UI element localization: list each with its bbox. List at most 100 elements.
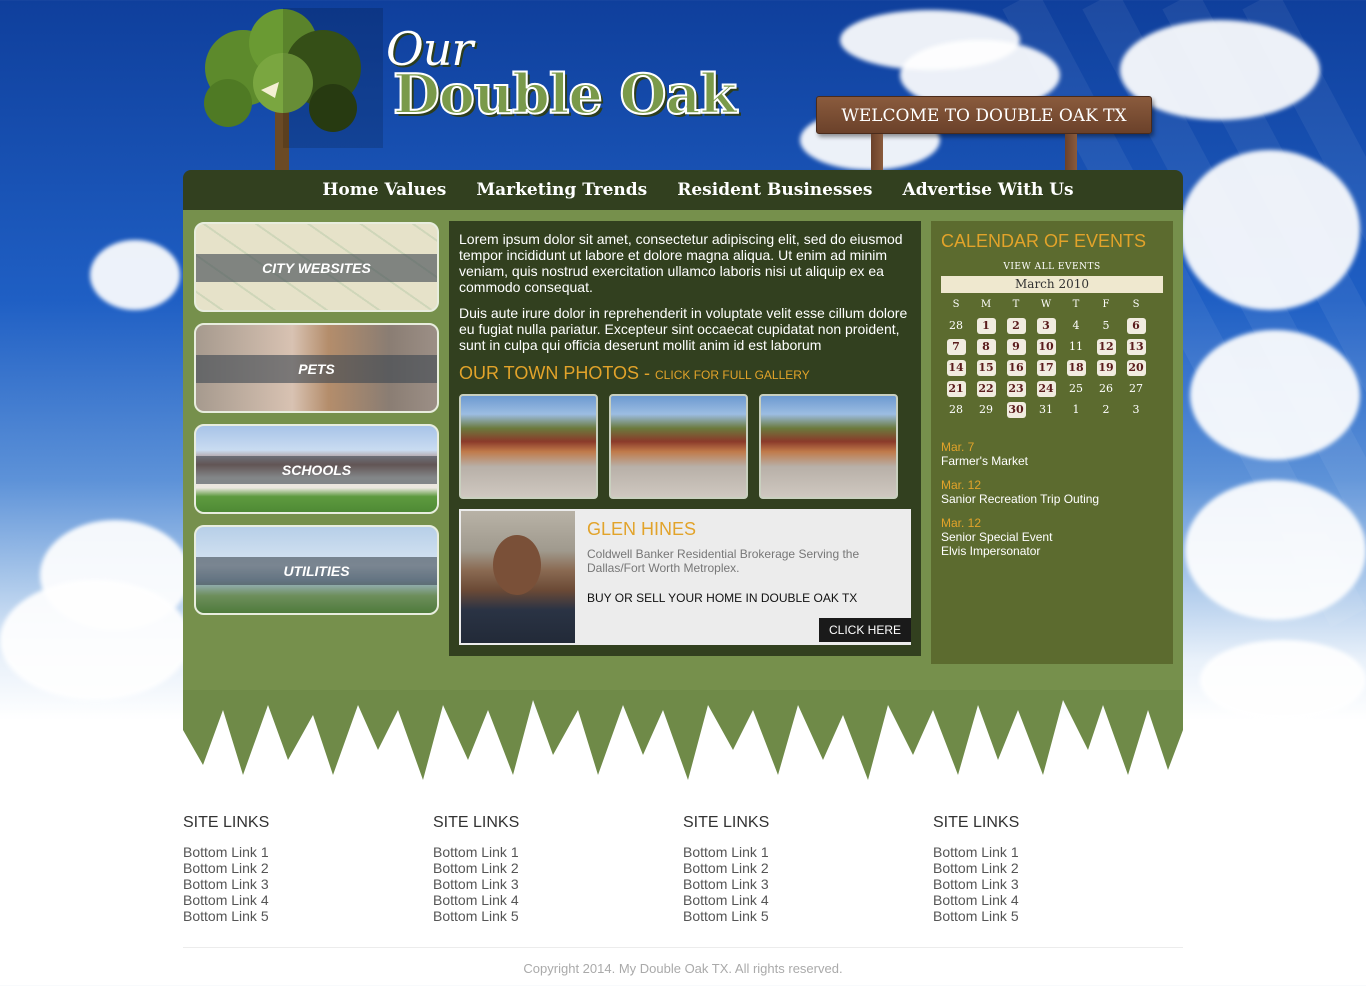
calendar-day-with-event[interactable]: 12: [1091, 336, 1121, 357]
calendar-day-number: 16: [1006, 360, 1026, 376]
sidebar-tile-city-websites[interactable]: CITY WEBSITES: [194, 222, 439, 312]
footer-link[interactable]: Bottom Link 1: [933, 844, 1183, 860]
town-photos-row: [459, 394, 911, 499]
calendar-day-with-event[interactable]: 30: [1001, 399, 1031, 420]
calendar-day-with-event[interactable]: 13: [1121, 336, 1151, 357]
calendar-title: CALENDAR OF EVENTS: [941, 231, 1147, 251]
agent-description: Coldwell Banker Residential Brokerage Se…: [587, 547, 860, 575]
calendar-day-with-event[interactable]: 8: [971, 336, 1001, 357]
footer-column-heading: SITE LINKS: [433, 814, 520, 831]
footer-link[interactable]: Bottom Link 4: [433, 892, 683, 908]
calendar-day-with-event[interactable]: 10: [1031, 336, 1061, 357]
view-all-events-link[interactable]: VIEW ALL EVENTS: [941, 262, 1163, 272]
calendar-event[interactable]: Mar. 12 Sanior Recreation Trip Outing: [941, 478, 1163, 506]
nav-marketing-trends[interactable]: Marketing Trends: [476, 180, 647, 200]
footer-link[interactable]: Bottom Link 3: [183, 876, 433, 892]
calendar-day-number: 25: [1069, 382, 1083, 395]
calendar-day-with-event[interactable]: 2: [1001, 315, 1031, 336]
calendar-day-with-event[interactable]: 21: [941, 378, 971, 399]
grass-decoration: [183, 690, 1183, 780]
calendar-day: 28: [941, 399, 971, 420]
sidebar-tile-utilities[interactable]: UTILITIES: [194, 525, 439, 615]
sidebar-tile-pets[interactable]: PETS: [194, 323, 439, 413]
calendar-month: March 2010: [941, 276, 1163, 293]
agent-click-here-button[interactable]: CLICK HERE: [819, 618, 911, 642]
calendar-day-with-event[interactable]: 23: [1001, 378, 1031, 399]
footer-link[interactable]: Bottom Link 5: [433, 908, 683, 924]
footer-link[interactable]: Bottom Link 4: [183, 892, 433, 908]
calendar-day-with-event[interactable]: 19: [1091, 357, 1121, 378]
footer-link-column: SITE LINKS Bottom Link 1 Bottom Link 2 Bott…: [683, 814, 933, 924]
calendar-day-with-event[interactable]: 14: [941, 357, 971, 378]
calendar-event-date: Mar. 12: [941, 516, 982, 530]
footer-link[interactable]: Bottom Link 4: [683, 892, 933, 908]
sidebar-tile-schools[interactable]: SCHOOLS: [194, 424, 439, 514]
calendar-day-with-event[interactable]: 18: [1061, 357, 1091, 378]
calendar-day-with-event[interactable]: 3: [1031, 315, 1061, 336]
calendar-day-with-event[interactable]: 7: [941, 336, 971, 357]
footer-link[interactable]: Bottom Link 4: [933, 892, 1183, 908]
calendar-day-with-event[interactable]: 9: [1001, 336, 1031, 357]
footer-link[interactable]: Bottom Link 1: [683, 844, 933, 860]
calendar-event[interactable]: Mar. 12 Senior Special Event Elvis Imperso…: [941, 516, 1163, 558]
calendar-day-number: 7: [946, 339, 966, 355]
town-photo-thumbnail[interactable]: [459, 394, 598, 499]
footer-link[interactable]: Bottom Link 1: [183, 844, 433, 860]
calendar-day-number: 29: [979, 403, 993, 416]
footer-link[interactable]: Bottom Link 3: [433, 876, 683, 892]
calendar-day-number: 26: [1099, 382, 1113, 395]
calendar-day: 26: [1091, 378, 1121, 399]
nav-home-values[interactable]: Home Values: [322, 180, 446, 200]
footer-link[interactable]: Bottom Link 2: [683, 860, 933, 876]
calendar-day-number: 14: [946, 360, 966, 376]
nav-advertise-with-us[interactable]: Advertise With Us: [903, 180, 1074, 200]
calendar-weekday-label: T: [1012, 299, 1020, 310]
footer-link[interactable]: Bottom Link 2: [933, 860, 1183, 876]
calendar-day-with-event[interactable]: 17: [1031, 357, 1061, 378]
calendar-day-number: 6: [1126, 318, 1146, 334]
events-calendar: CALENDAR OF EVENTS VIEW ALL EVENTS March…: [931, 221, 1173, 664]
calendar-day-number: 4: [1072, 319, 1080, 332]
town-photo-thumbnail[interactable]: [759, 394, 898, 499]
welcome-sign: WELCOME TO DOUBLE OAK TX: [816, 96, 1152, 134]
footer-link[interactable]: Bottom Link 5: [183, 908, 433, 924]
footer-link-column: SITE LINKS Bottom Link 1 Bottom Link 2 Bott…: [433, 814, 683, 924]
sign-post-right: [1065, 134, 1077, 174]
calendar-day-with-event[interactable]: 22: [971, 378, 1001, 399]
nav-resident-businesses[interactable]: Resident Businesses: [677, 180, 872, 200]
sidebar: CITY WEBSITES PETS SCHOOLS UTILITIES: [194, 222, 439, 626]
footer-link[interactable]: Bottom Link 1: [433, 844, 683, 860]
calendar-event-title: Farmer's Market: [941, 454, 1028, 468]
calendar-day-number: 1: [976, 318, 996, 334]
calendar-day-number: 23: [1006, 381, 1026, 397]
calendar-day-with-event[interactable]: 16: [1001, 357, 1031, 378]
calendar-day: 27: [1121, 378, 1151, 399]
calendar-day-number: 24: [1036, 381, 1056, 397]
footer-link[interactable]: Bottom Link 3: [683, 876, 933, 892]
calendar-weekday-label: S: [1132, 299, 1140, 310]
calendar-day-with-event[interactable]: 6: [1121, 315, 1151, 336]
footer-link[interactable]: Bottom Link 2: [183, 860, 433, 876]
calendar-event-title: Senior Special Event: [941, 530, 1053, 544]
calendar-day-number: 12: [1096, 339, 1116, 355]
footer-link[interactable]: Bottom Link 5: [683, 908, 933, 924]
calendar-event[interactable]: Mar. 7 Farmer's Market: [941, 440, 1163, 468]
calendar-day-number: 22: [976, 381, 996, 397]
sidebar-tile-label: PETS: [196, 355, 437, 383]
calendar-day-with-event[interactable]: 20: [1121, 357, 1151, 378]
full-gallery-link[interactable]: CLICK FOR FULL GALLERY: [655, 368, 810, 382]
calendar-day-with-event[interactable]: 15: [971, 357, 1001, 378]
calendar-day-number: 2: [1006, 318, 1026, 334]
footer-link[interactable]: Bottom Link 5: [933, 908, 1183, 924]
footer-link-column: SITE LINKS Bottom Link 1 Bottom Link 2 Bott…: [933, 814, 1183, 924]
town-photo-thumbnail[interactable]: [609, 394, 748, 499]
calendar-day-with-event[interactable]: 24: [1031, 378, 1061, 399]
footer-link[interactable]: Bottom Link 2: [433, 860, 683, 876]
oak-tree-logo-icon: [204, 8, 383, 173]
logo-title: Double Oak: [392, 61, 738, 127]
calendar-weekday-label: W: [1040, 299, 1052, 310]
calendar-day-with-event[interactable]: 1: [971, 315, 1001, 336]
calendar-event-list: Mar. 7 Farmer's Market Mar. 12 Sanior Recre…: [941, 440, 1163, 558]
footer-link-column: SITE LINKS Bottom Link 1 Bottom Link 2 Bott…: [183, 814, 433, 924]
footer-link[interactable]: Bottom Link 3: [933, 876, 1183, 892]
